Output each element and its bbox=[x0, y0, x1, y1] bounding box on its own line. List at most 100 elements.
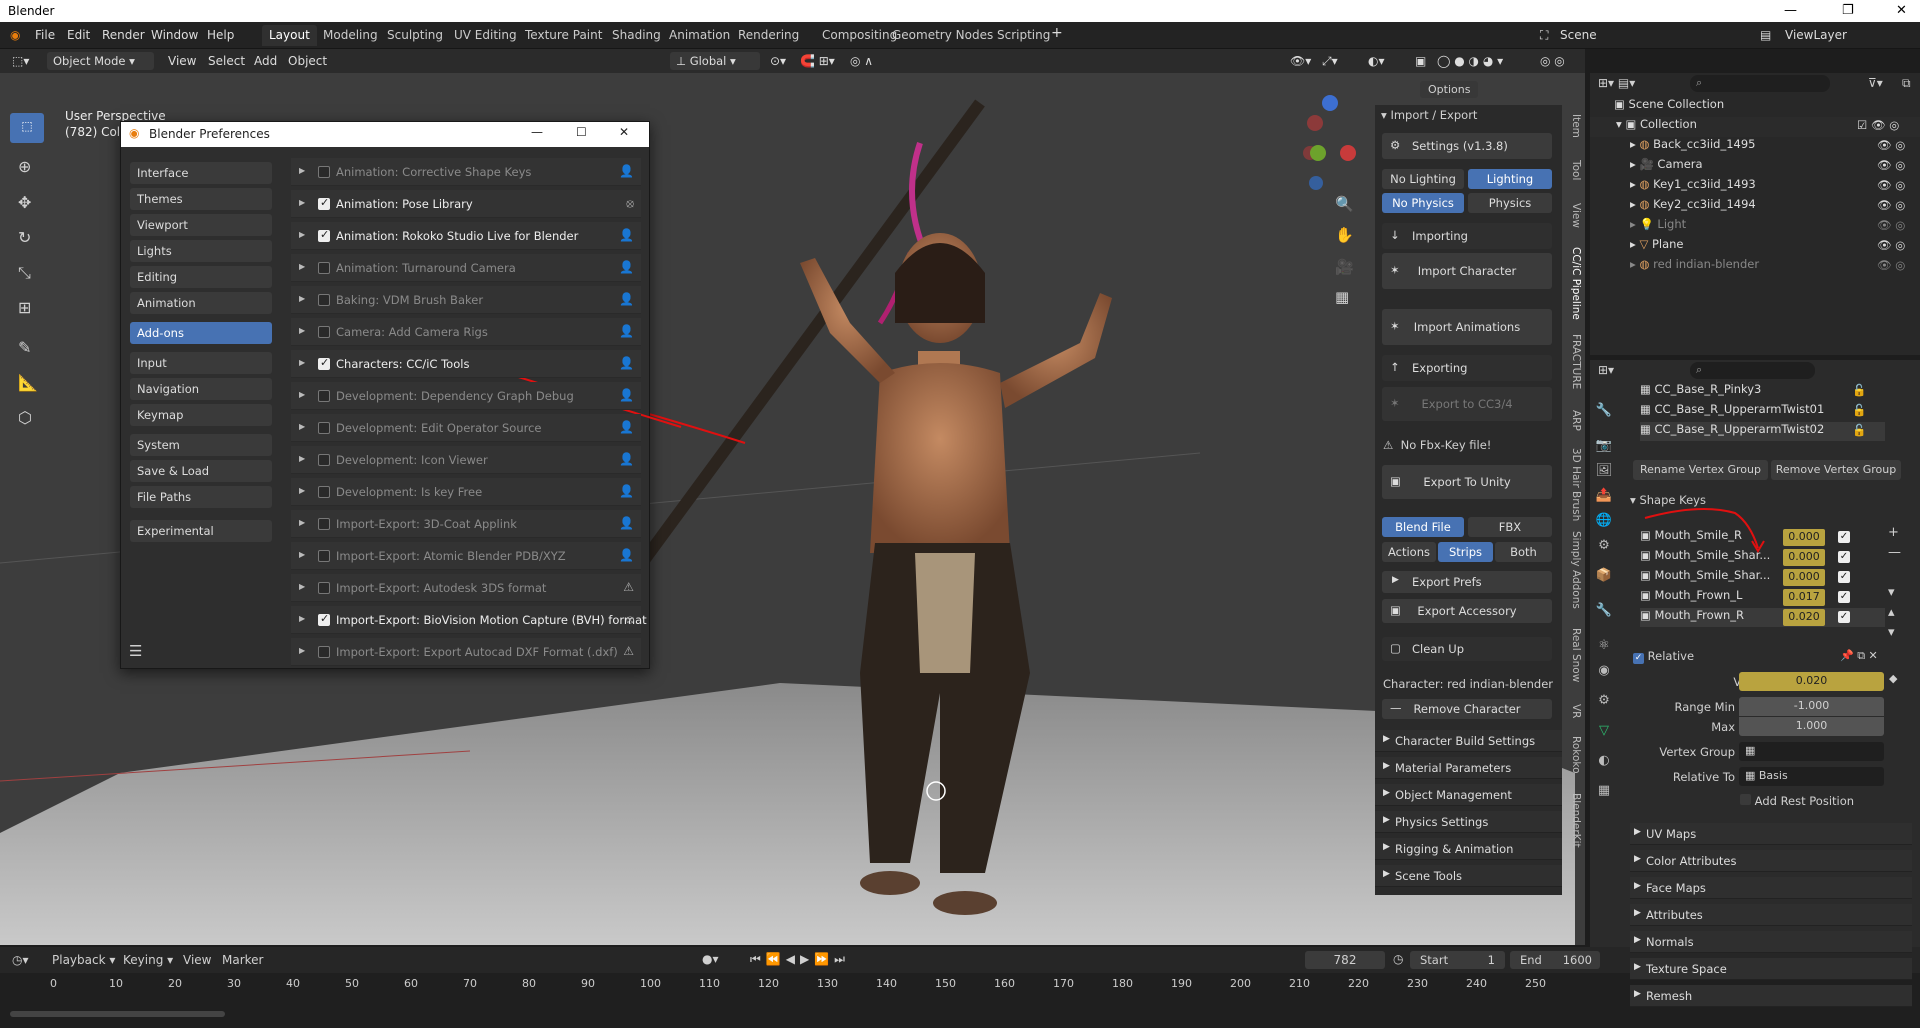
add-rest-position-checkbox[interactable]: Add Rest Position bbox=[1740, 794, 1854, 808]
marker-menu[interactable]: Marker bbox=[222, 953, 263, 967]
npanel-section-5[interactable]: ▶ Scene Tools bbox=[1375, 865, 1562, 887]
outliner-item[interactable]: ▸ ◍ red indian-blender 👁 ◎ bbox=[1590, 257, 1920, 277]
npanel-tab-7[interactable]: Simply Addons bbox=[1566, 530, 1582, 610]
expand-icon[interactable]: ▶ bbox=[299, 486, 305, 495]
no-physics-button[interactable]: No Physics bbox=[1382, 193, 1464, 213]
exporting-section[interactable]: ↑ Exporting bbox=[1382, 355, 1552, 381]
shape-key-value[interactable]: 0.017 bbox=[1783, 589, 1825, 606]
npanel-section-4[interactable]: ▶ Rigging & Animation bbox=[1375, 838, 1562, 860]
new-collection-icon[interactable]: ⧉ bbox=[1902, 76, 1911, 91]
addon-checkbox[interactable] bbox=[318, 518, 330, 530]
vertex-group-field[interactable]: ▦ bbox=[1739, 742, 1884, 761]
visibility-icons[interactable]: 👁 ◎ bbox=[1877, 138, 1905, 152]
pan-hand-icon[interactable]: ✋ bbox=[1335, 226, 1354, 244]
addon-checkbox[interactable] bbox=[318, 582, 330, 594]
hamburger-menu-icon[interactable]: ☰ bbox=[129, 642, 142, 660]
addon-checkbox[interactable] bbox=[318, 166, 330, 178]
npanel-tab-2[interactable]: View bbox=[1566, 195, 1582, 235]
menu-render[interactable]: Render bbox=[102, 28, 145, 42]
npanel-section-0[interactable]: ▶ Character Build Settings bbox=[1375, 730, 1562, 752]
add-menu[interactable]: Add bbox=[254, 54, 277, 68]
outliner-item[interactable]: ▸ ◍ Back_cc3iid_1495 👁 ◎ bbox=[1590, 137, 1920, 157]
properties-tab-icon[interactable]: 🖼 bbox=[1593, 460, 1615, 482]
menu-help[interactable]: Help bbox=[207, 28, 234, 42]
filter-icon[interactable]: ⊽▾ bbox=[1868, 76, 1883, 90]
expand-icon[interactable]: ▶ bbox=[299, 166, 305, 175]
addon-row[interactable]: ▶ Animation: Turnaround Camera 👤 bbox=[291, 254, 641, 282]
timeline-editor-icon[interactable]: ◷▾ bbox=[12, 953, 29, 967]
shape-key-value[interactable]: 0.000 bbox=[1783, 549, 1825, 566]
addon-row[interactable]: ▶ Animation: Corrective Shape Keys 👤 bbox=[291, 158, 641, 186]
select-tool-icon[interactable]: ⬚ bbox=[10, 113, 44, 143]
shading-modes-icon[interactable]: ◯ ● ◑ ◕ ▾ bbox=[1437, 54, 1503, 68]
addon-row[interactable]: ▶ Camera: Add Camera Rigs 👤 bbox=[291, 318, 641, 346]
prefs-nav-input[interactable]: Input bbox=[130, 352, 272, 374]
addon-checkbox[interactable] bbox=[318, 550, 330, 562]
addon-checkbox[interactable] bbox=[318, 326, 330, 338]
properties-tab-icon[interactable]: 🔧 bbox=[1593, 600, 1615, 622]
relative-to-field[interactable]: ▦ Basis bbox=[1739, 767, 1884, 786]
npanel-tab-10[interactable]: Rokoko bbox=[1566, 730, 1582, 780]
max-field[interactable]: 1.000 bbox=[1739, 717, 1884, 736]
workspace-tab-scripting[interactable]: Scripting bbox=[990, 25, 1057, 46]
addon-row[interactable]: ▶ Import-Export: Atomic Blender PDB/XYZ 👤 bbox=[291, 542, 641, 570]
npanel-tab-0[interactable]: Item bbox=[1566, 110, 1582, 142]
view-layer-name[interactable]: ViewLayer bbox=[1785, 28, 1847, 42]
addon-row[interactable]: ▶ Development: Dependency Graph Debug 👤 bbox=[291, 382, 641, 410]
expand-icon[interactable]: ▶ bbox=[299, 582, 305, 591]
outliner-editor-icon[interactable]: ⊞▾ ▤▾ bbox=[1598, 76, 1635, 90]
visibility-icons[interactable]: 👁 ◎ bbox=[1877, 258, 1905, 272]
addon-row[interactable]: ▶ Animation: Rokoko Studio Live for Blend… bbox=[291, 222, 641, 250]
outliner-item[interactable]: ▸ ◍ Key1_cc3iid_1493 👁 ◎ bbox=[1590, 177, 1920, 197]
shape-key-mute-checkbox[interactable]: ✓ bbox=[1838, 571, 1850, 583]
expand-icon[interactable]: ▶ bbox=[299, 646, 305, 655]
prefs-nav-viewport[interactable]: Viewport bbox=[130, 214, 272, 236]
import-character-button[interactable]: ✶ Import Character bbox=[1382, 253, 1552, 289]
addon-row[interactable]: ▶ Import-Export: Autodesk 3DS format ⚠ bbox=[291, 574, 641, 602]
properties-tab-icon[interactable]: ▽ bbox=[1593, 720, 1615, 742]
visibility-icons[interactable]: 👁 ◎ bbox=[1877, 238, 1905, 252]
addon-checkbox[interactable] bbox=[318, 262, 330, 274]
properties-tab-icon[interactable]: 🔧 bbox=[1593, 400, 1615, 422]
prefs-close-button[interactable]: ✕ bbox=[619, 125, 629, 139]
properties-tab-icon[interactable]: 🌐 bbox=[1593, 510, 1615, 532]
addon-checkbox[interactable] bbox=[318, 228, 330, 242]
add-cube-tool-icon[interactable]: ⬡ bbox=[18, 408, 32, 427]
scale-tool-icon[interactable]: ⤡ bbox=[18, 263, 31, 283]
prefs-maximize-button[interactable]: ☐ bbox=[576, 125, 587, 139]
visibility-icon[interactable]: 👁▾ bbox=[1290, 54, 1311, 68]
lock-icon[interactable]: 🔓 bbox=[1852, 403, 1866, 417]
vertex-group-row[interactable]: ▦ CC_Base_R_UpperarmTwist02 🔓 bbox=[1640, 422, 1885, 441]
properties-section[interactable]: ▶ Normals bbox=[1630, 931, 1912, 953]
properties-tab-icon[interactable]: ⚙ bbox=[1593, 535, 1615, 557]
addon-checkbox[interactable] bbox=[318, 486, 330, 498]
npanel-tab-3[interactable]: CC/iC Pipeline bbox=[1566, 240, 1582, 326]
workspace-tab-uv-editing[interactable]: UV Editing bbox=[447, 25, 524, 46]
keyframe-icon[interactable]: ◆ bbox=[1889, 672, 1897, 685]
shape-key-value[interactable]: 0.000 bbox=[1783, 529, 1825, 546]
render-engine-icon[interactable]: ◎ ◎ bbox=[1540, 54, 1565, 68]
properties-section[interactable]: ▶ Attributes bbox=[1630, 904, 1912, 926]
scene-collection-row[interactable]: ▣ Scene Collection bbox=[1590, 97, 1920, 117]
visibility-icons[interactable]: 👁 ◎ bbox=[1877, 178, 1905, 192]
proportional-edit-icon[interactable]: ◎ ∧ bbox=[850, 54, 873, 68]
blend-file-button[interactable]: Blend File bbox=[1382, 517, 1464, 537]
addon-row[interactable]: ▶ Development: Is key Free 👤 bbox=[291, 478, 641, 506]
start-frame-field[interactable]: Start 1 bbox=[1410, 951, 1505, 969]
physics-button[interactable]: Physics bbox=[1468, 193, 1552, 213]
npanel-section-1[interactable]: ▶ Material Parameters bbox=[1375, 757, 1562, 779]
menu-edit[interactable]: Edit bbox=[67, 28, 90, 42]
workspace-tab-animation[interactable]: Animation bbox=[662, 25, 737, 46]
xray-icon[interactable]: ▣ bbox=[1415, 54, 1426, 68]
shape-key-pin-icons[interactable]: 📌 ⧉ ✕ bbox=[1840, 649, 1878, 663]
editor-type-icon[interactable]: ⬚▾ bbox=[12, 54, 29, 68]
remove-character-button[interactable]: — Remove Character bbox=[1382, 699, 1552, 719]
expand-icon[interactable]: ▶ bbox=[299, 358, 305, 367]
shape-key-value[interactable]: 0.000 bbox=[1783, 569, 1825, 586]
select-menu[interactable]: Select bbox=[208, 54, 245, 68]
npanel-tab-4[interactable]: FRACTURE bbox=[1566, 330, 1582, 394]
shape-key-mute-checkbox[interactable]: ✓ bbox=[1838, 591, 1850, 603]
prefs-nav-themes[interactable]: Themes bbox=[130, 188, 272, 210]
addon-checkbox[interactable] bbox=[318, 612, 330, 626]
rename-vertex-group-button[interactable]: Rename Vertex Group bbox=[1633, 460, 1768, 480]
